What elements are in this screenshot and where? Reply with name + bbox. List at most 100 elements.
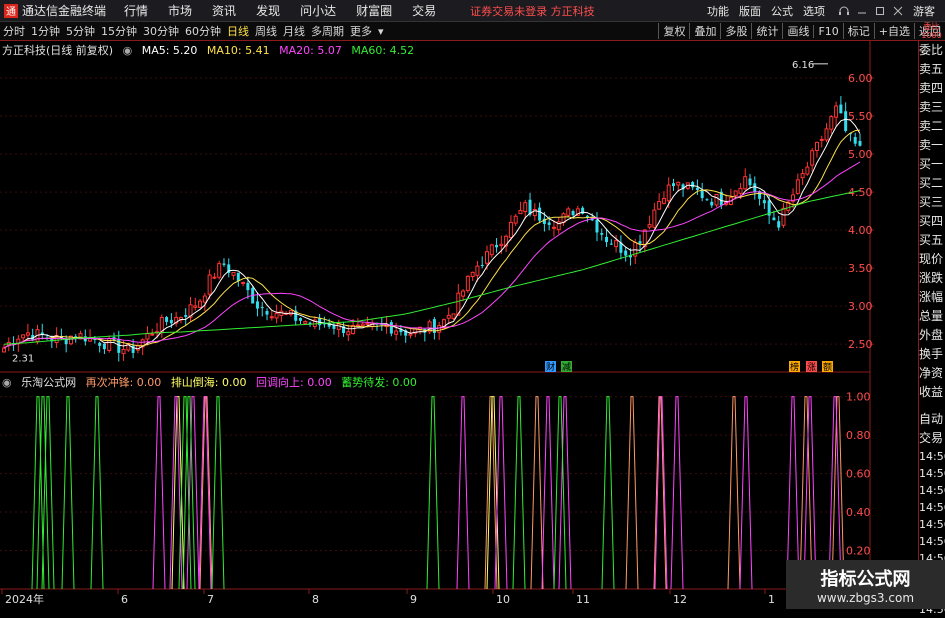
menu-discover[interactable]: 发现 bbox=[256, 2, 280, 19]
event-badge-label: 额 bbox=[823, 361, 832, 373]
candle-body bbox=[150, 333, 155, 336]
price-tick-label: 5.00 bbox=[848, 148, 873, 161]
signal-pulse bbox=[61, 396, 75, 590]
menu-layout[interactable]: 版面 bbox=[739, 3, 761, 19]
menu-wealth[interactable]: 财富圈 bbox=[356, 2, 392, 19]
chevron-down-icon[interactable]: ▾ bbox=[375, 25, 387, 38]
indicator-tick-label: 1.00 bbox=[846, 391, 871, 404]
candle-body bbox=[360, 323, 365, 327]
candle-body bbox=[748, 178, 752, 186]
candle-body bbox=[810, 150, 815, 166]
candle-body bbox=[355, 324, 360, 327]
tool-overlay[interactable]: 叠加 bbox=[689, 23, 720, 39]
candle-body bbox=[212, 276, 217, 279]
indicator-title: ◉ 乐淘公式网 再次冲锋: 0.00 排山倒海: 0.00 回调向上: 0.00… bbox=[2, 374, 423, 389]
app-logo-icon: 通 bbox=[4, 3, 18, 18]
period-weekly[interactable]: 周线 bbox=[252, 23, 280, 39]
menu-options[interactable]: 选项 bbox=[803, 3, 825, 19]
order-book-label: 涨跌 bbox=[919, 271, 944, 285]
indicator-tick-label: 0.80 bbox=[846, 429, 871, 442]
trade-time: 14:56 bbox=[919, 467, 945, 480]
signal-pulse bbox=[541, 396, 555, 590]
candle-body bbox=[298, 318, 302, 321]
menu-ask[interactable]: 问小达 bbox=[300, 2, 336, 19]
price-tick-label: 3.50 bbox=[848, 262, 873, 275]
candle-body bbox=[714, 193, 719, 206]
login-notice[interactable]: 证券交易未登录 方正科技 bbox=[470, 3, 595, 19]
period-monthly[interactable]: 月线 bbox=[280, 23, 308, 39]
period-30min[interactable]: 30分钟 bbox=[140, 23, 182, 39]
tool-adjust[interactable]: 复权 bbox=[658, 23, 689, 39]
candle-body bbox=[246, 282, 250, 291]
period-daily[interactable]: 日线 bbox=[224, 23, 252, 39]
settings-icon[interactable]: ◉ bbox=[123, 44, 133, 57]
time-tick-label: 7 bbox=[207, 593, 214, 606]
candle-body bbox=[762, 200, 766, 204]
order-book-label: 卖四 bbox=[919, 81, 944, 95]
period-more[interactable]: 更多 bbox=[347, 23, 375, 39]
indicator-tick-label: 0.40 bbox=[846, 506, 871, 519]
ma10-line bbox=[3, 129, 861, 349]
period-5min[interactable]: 5分钟 bbox=[63, 23, 98, 39]
candle-body bbox=[198, 300, 203, 308]
menu-function[interactable]: 功能 bbox=[707, 3, 729, 19]
menu-quotes[interactable]: 行情 bbox=[124, 2, 148, 19]
period-15min[interactable]: 15分钟 bbox=[98, 23, 140, 39]
tool-multi-stock[interactable]: 多股 bbox=[720, 23, 751, 39]
candle-body bbox=[169, 319, 173, 324]
tool-draw[interactable]: 画线 bbox=[782, 23, 813, 39]
time-tick-label: 9 bbox=[410, 593, 417, 606]
menu-formula[interactable]: 公式 bbox=[771, 3, 793, 19]
ma10-label: MA10: 5.41 bbox=[206, 44, 270, 57]
signal-pulse bbox=[625, 396, 639, 590]
maximize-icon[interactable] bbox=[871, 2, 889, 20]
time-tick-label: 2024年 bbox=[5, 592, 44, 606]
side-tab[interactable]: 自动 bbox=[919, 410, 945, 429]
period-1min[interactable]: 1分钟 bbox=[28, 23, 63, 39]
candle-body bbox=[102, 343, 106, 350]
order-book-label: 卖一 bbox=[919, 138, 944, 152]
headset-icon[interactable] bbox=[835, 2, 853, 20]
order-book-label: 卖三 bbox=[919, 100, 944, 114]
candle-body bbox=[691, 182, 695, 188]
tool-mark[interactable]: 标记 bbox=[842, 23, 874, 39]
menu-bar: 通 通达信金融终端 行情 市场 资讯 发现 问小达 财富圈 交易 证券交易未登录… bbox=[0, 0, 945, 22]
tool-stats[interactable]: 统计 bbox=[751, 23, 782, 39]
menu-news[interactable]: 资讯 bbox=[212, 2, 236, 19]
user-label[interactable]: 游客 bbox=[913, 3, 935, 19]
settings-icon[interactable]: ◉ bbox=[2, 376, 12, 389]
candle-body bbox=[661, 197, 666, 204]
tool-add-favorite[interactable]: +自选 bbox=[873, 23, 914, 39]
candle-body bbox=[647, 224, 652, 228]
trade-time: 14:56 bbox=[919, 501, 945, 514]
candle-body bbox=[165, 317, 169, 322]
candle-body bbox=[638, 241, 642, 244]
period-toolbar: 分时 1分钟 5分钟 15分钟 30分钟 60分钟 日线 周线 月线 多周期 更… bbox=[0, 22, 945, 41]
candle-body bbox=[829, 116, 834, 130]
ma20-line bbox=[3, 161, 861, 349]
signal-pulse bbox=[670, 396, 684, 590]
trade-time: 14:56 bbox=[919, 450, 945, 463]
order-book-label: 买三 bbox=[919, 195, 944, 209]
candle-body bbox=[805, 166, 810, 175]
candle-body bbox=[25, 332, 30, 336]
menu-market[interactable]: 市场 bbox=[168, 2, 192, 19]
menu-trade[interactable]: 交易 bbox=[412, 2, 436, 19]
minimize-icon[interactable] bbox=[853, 2, 871, 20]
period-tick[interactable]: 分时 bbox=[0, 23, 28, 39]
candle-body bbox=[231, 272, 236, 276]
tool-f10[interactable]: F10 bbox=[813, 24, 842, 38]
candle-body bbox=[609, 243, 613, 245]
candle-body bbox=[676, 181, 681, 186]
signal-pulse bbox=[152, 396, 166, 590]
candle-body bbox=[207, 274, 212, 295]
candle-body bbox=[389, 322, 393, 334]
candle-body bbox=[523, 202, 528, 213]
candle-body bbox=[652, 209, 657, 228]
period-multi[interactable]: 多周期 bbox=[308, 23, 347, 39]
close-icon[interactable] bbox=[889, 2, 907, 20]
order-book-label: 涨幅 bbox=[919, 290, 944, 304]
kline-chart[interactable]: 2.503.003.504.004.505.005.506.000.200.40… bbox=[0, 41, 918, 609]
side-tab[interactable]: 交易 bbox=[919, 429, 945, 448]
period-60min[interactable]: 60分钟 bbox=[182, 23, 224, 39]
